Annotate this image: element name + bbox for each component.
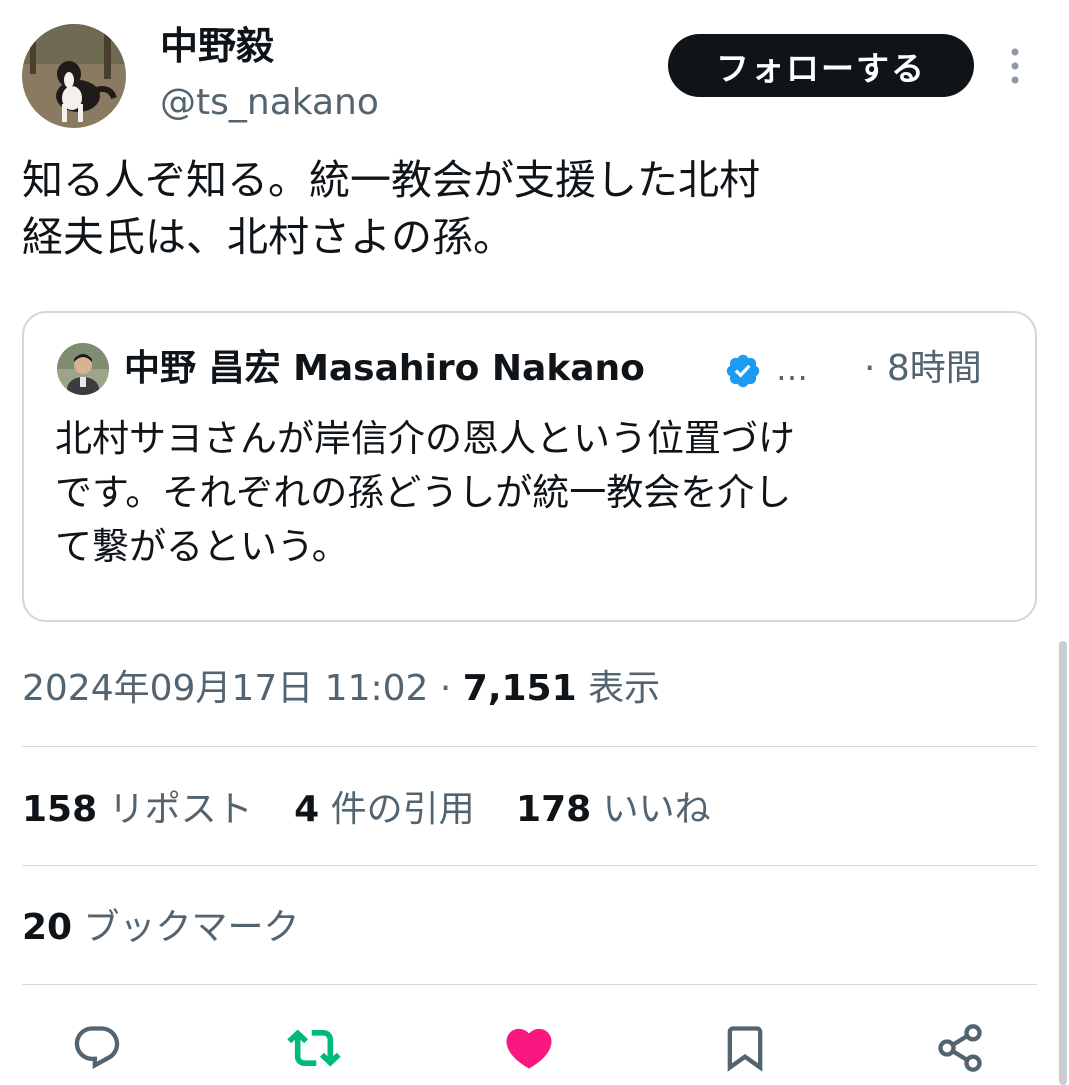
reposts-stat[interactable]: 158 リポスト	[22, 789, 253, 830]
follow-button[interactable]: フォローする	[668, 34, 974, 97]
quotes-count: 4	[294, 789, 320, 830]
reposts-count: 158	[22, 789, 98, 830]
views-count: 7,151	[462, 668, 577, 709]
divider	[22, 865, 1037, 866]
views-label: 表示	[576, 668, 661, 709]
quoted-name-ellipsis: …	[776, 350, 808, 388]
divider	[22, 984, 1037, 985]
author-avatar[interactable]	[22, 24, 126, 128]
scrollbar[interactable]	[1059, 641, 1067, 1085]
quoted-author-name[interactable]: 中野 昌宏 Masahiro Nakano	[124, 343, 645, 395]
quoted-author-avatar[interactable]	[57, 343, 109, 395]
reply-button[interactable]	[69, 1020, 125, 1076]
quoted-timestamp[interactable]: · 8時間	[864, 343, 982, 395]
likes-label: いいね	[591, 789, 711, 830]
tweet-text: 知る人ぞ知る。統一教会が支援した北村 経夫氏は、北村さよの孫。	[22, 156, 760, 261]
share-button[interactable]	[932, 1020, 988, 1076]
quoted-tweet-text: 北村サヨさんが岸信介の恩人という位置づけ です。それぞれの孫どうしが統一教会を介…	[55, 417, 795, 568]
bookmarks-label: ブックマーク	[72, 907, 300, 948]
retweet-icon	[287, 1029, 341, 1067]
reply-icon	[74, 1026, 120, 1070]
bookmarks-stat[interactable]: 20 ブックマーク	[22, 903, 300, 953]
like-button[interactable]	[501, 1020, 557, 1076]
retweet-button[interactable]	[286, 1020, 342, 1076]
engagement-stats: 158 リポスト 4 件の引用 178 いいね	[22, 785, 741, 835]
quotes-stat[interactable]: 4 件の引用	[294, 789, 475, 830]
bookmarks-count: 20	[22, 907, 73, 948]
quoted-tweet-card[interactable]: 中野 昌宏 Masahiro Nakano … · 8時間 北村サヨさんが岸信介…	[22, 311, 1037, 622]
bookmark-icon	[727, 1026, 763, 1072]
quotes-label: 件の引用	[319, 789, 475, 830]
bookmark-button[interactable]	[717, 1020, 773, 1076]
likes-stat[interactable]: 178 いいね	[516, 789, 711, 830]
author-display-name[interactable]: 中野毅	[160, 22, 274, 70]
tweet-timestamp[interactable]: 2024年09月17日 11:02 ·	[22, 668, 463, 709]
author-handle[interactable]: @ts_nakano	[160, 80, 379, 126]
share-icon	[938, 1024, 982, 1072]
divider	[22, 746, 1037, 747]
like-icon	[506, 1028, 552, 1069]
reposts-label: リポスト	[97, 789, 253, 830]
likes-count: 178	[516, 789, 592, 830]
tweet-meta: 2024年09月17日 11:02 · 7,151 表示	[22, 664, 660, 714]
more-options-icon[interactable]	[1002, 44, 1028, 88]
verified-badge-icon	[724, 352, 762, 390]
